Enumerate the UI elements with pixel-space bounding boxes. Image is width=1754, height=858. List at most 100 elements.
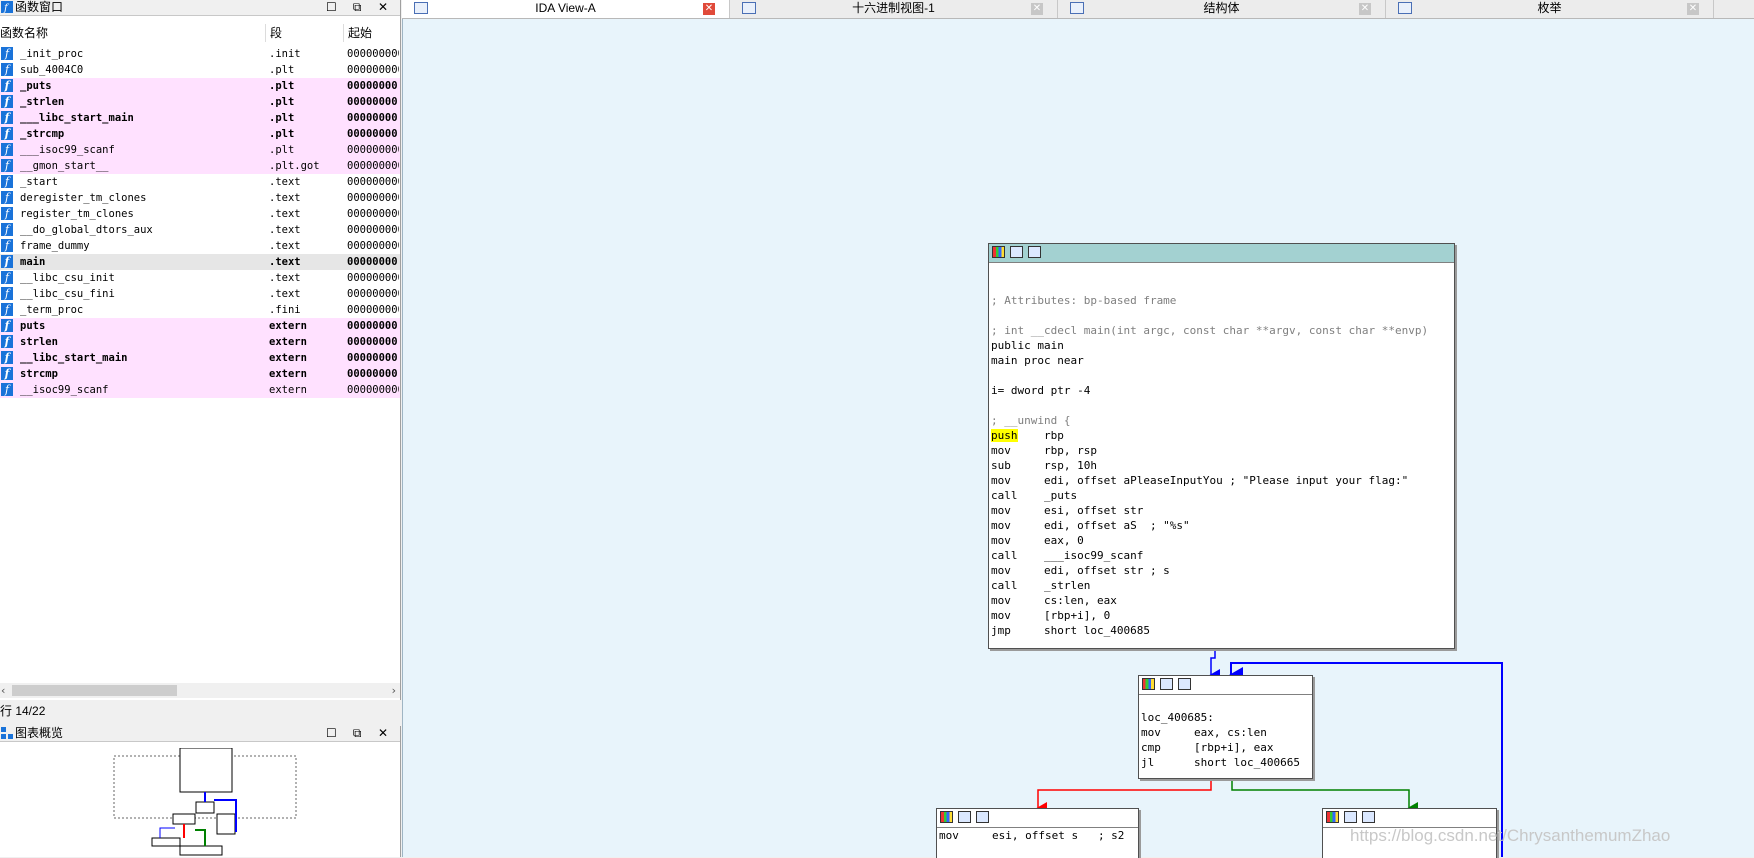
scroll-left-icon[interactable]: ‹ [1, 683, 5, 698]
highlighted-mnemonic[interactable]: push [991, 429, 1018, 442]
function-segment: .text [269, 272, 301, 284]
asm-line[interactable]: ; int __cdecl main(int argc, const char … [991, 323, 1452, 338]
color-palette-icon[interactable] [992, 246, 1005, 258]
asm-line[interactable]: ; __unwind { [991, 413, 1452, 428]
horizontal-scrollbar[interactable]: ‹ › [0, 683, 400, 698]
close-tab-icon[interactable]: ✕ [1687, 3, 1699, 15]
asm-line[interactable]: push rbp [991, 428, 1452, 443]
function-row[interactable]: f frame_dummy .text 000000000 [0, 238, 400, 254]
function-row[interactable]: f puts extern 00000000 [0, 318, 400, 334]
group-nodes-icon[interactable] [1178, 678, 1191, 690]
asm-line[interactable]: mov rbp, rsp [991, 443, 1452, 458]
edit-block-icon[interactable] [1344, 811, 1357, 823]
function-row[interactable]: f __libc_csu_fini .text 000000000 [0, 286, 400, 302]
restore-icon[interactable]: ☐ [320, 726, 342, 741]
edit-block-icon[interactable] [958, 811, 971, 823]
asm-line[interactable]: cmp [rbp+i], eax [1141, 740, 1310, 755]
graph-overview-canvas[interactable] [0, 748, 400, 857]
function-row[interactable]: f strcmp extern 00000000 [0, 366, 400, 382]
edit-block-icon[interactable] [1160, 678, 1173, 690]
function-row[interactable]: f sub_4004C0 .plt 000000000 [0, 62, 400, 78]
asm-line[interactable]: mov edi, offset aPleaseInputYou ; "Pleas… [991, 473, 1452, 488]
function-row[interactable]: f _strcmp .plt 00000000 [0, 126, 400, 142]
scrollbar-thumb[interactable] [12, 685, 177, 696]
asm-line[interactable]: mov cs:len, eax [991, 593, 1452, 608]
close-tab-icon[interactable]: ✕ [1031, 3, 1043, 15]
loop-block-code[interactable]: loc_400685: mov eax, cs:len cmp [rbp+i], e… [1139, 695, 1312, 770]
close-tab-icon[interactable]: ✕ [1359, 3, 1371, 15]
asm-line[interactable]: mov edi, offset str ; s [991, 563, 1452, 578]
function-row[interactable]: f _term_proc .fini 000000000 [0, 302, 400, 318]
asm-line[interactable]: mov esi, offset s ; s2 [939, 828, 1136, 843]
function-row[interactable]: f deregister_tm_clones .text 000000000 [0, 190, 400, 206]
function-row[interactable]: f __gmon_start__ .plt.got 000000000 [0, 158, 400, 174]
asm-line[interactable]: call ___isoc99_scanf [991, 548, 1452, 563]
loop-condition-block[interactable]: loc_400685: mov eax, cs:len cmp [rbp+i], e… [1138, 675, 1313, 779]
asm-line[interactable]: public main [991, 338, 1452, 353]
edit-block-icon[interactable] [1010, 246, 1023, 258]
function-row[interactable]: f __libc_start_main extern 00000000 [0, 350, 400, 366]
asm-line[interactable]: call _strlen [991, 578, 1452, 593]
column-separator[interactable] [265, 24, 266, 42]
asm-line[interactable]: ; Attributes: bp-based frame [991, 293, 1452, 308]
group-nodes-icon[interactable] [1028, 246, 1041, 258]
asm-line[interactable] [991, 278, 1452, 293]
restore-icon[interactable]: ☐ [320, 0, 342, 15]
asm-line[interactable] [991, 308, 1452, 323]
graph-view[interactable]: ; Attributes: bp-based frame ; int __cdec… [402, 19, 1754, 858]
main-block-code[interactable]: ; Attributes: bp-based frame ; int __cdec… [989, 263, 1454, 638]
asm-line[interactable]: jl short loc_400665 [1141, 755, 1310, 770]
asm-line[interactable] [991, 263, 1452, 278]
asm-line[interactable] [991, 368, 1452, 383]
asm-line[interactable] [1141, 695, 1310, 710]
column-header-start[interactable]: 起始 [348, 24, 372, 42]
function-row[interactable]: f strlen extern 00000000 [0, 334, 400, 350]
left-block-code[interactable]: mov esi, offset s ; s2 [937, 828, 1138, 843]
function-row[interactable]: f ___isoc99_scanf .plt 000000000 [0, 142, 400, 158]
tab-structures[interactable]: 结构体 ✕ [1058, 0, 1386, 18]
scroll-right-icon[interactable]: › [392, 683, 396, 698]
asm-line[interactable]: jmp short loc_400685 [991, 623, 1452, 638]
strcmp-block[interactable]: mov esi, offset s ; s2 [936, 808, 1139, 858]
asm-line[interactable]: loc_400685: [1141, 710, 1310, 725]
color-palette-icon[interactable] [940, 811, 953, 823]
close-icon[interactable]: ✕ [372, 0, 394, 15]
asm-line[interactable]: mov eax, 0 [991, 533, 1452, 548]
color-palette-icon[interactable] [1326, 811, 1339, 823]
function-row[interactable]: f _puts .plt 00000000 [0, 78, 400, 94]
float-icon[interactable]: ⧉ [346, 726, 368, 741]
close-icon[interactable]: ✕ [372, 726, 394, 741]
tab-enums[interactable]: 枚举 ✕ [1386, 0, 1714, 18]
asm-line[interactable]: mov [rbp+i], 0 [991, 608, 1452, 623]
asm-line[interactable]: i= dword ptr -4 [991, 383, 1452, 398]
function-row[interactable]: f __do_global_dtors_aux .text 000000000 [0, 222, 400, 238]
asm-line[interactable] [991, 398, 1452, 413]
column-header-segment[interactable]: 段 [270, 24, 282, 42]
tab-hex-view[interactable]: 十六进制视图-1 ✕ [730, 0, 1058, 18]
function-icon: f [1, 159, 13, 172]
tab-label: IDA View-A [535, 1, 596, 15]
asm-line[interactable]: mov esi, offset str [991, 503, 1452, 518]
function-row[interactable]: f register_tm_clones .text 000000000 [0, 206, 400, 222]
asm-line[interactable]: sub rsp, 10h [991, 458, 1452, 473]
function-row[interactable]: f __libc_csu_init .text 000000000 [0, 270, 400, 286]
asm-line[interactable]: mov eax, cs:len [1141, 725, 1310, 740]
function-row[interactable]: f _start .text 000000000 [0, 174, 400, 190]
function-row[interactable]: f ___libc_start_main .plt 00000000 [0, 110, 400, 126]
column-header-name[interactable]: 函数名称 [0, 24, 48, 42]
tab-ida-view-a[interactable]: IDA View-A ✕ [402, 0, 730, 18]
asm-line[interactable]: mov edi, offset aS ; "%s" [991, 518, 1452, 533]
group-nodes-icon[interactable] [1362, 811, 1375, 823]
function-row[interactable]: f _init_proc .init 000000000 [0, 46, 400, 62]
color-palette-icon[interactable] [1142, 678, 1155, 690]
function-row[interactable]: f _strlen .plt 00000000 [0, 94, 400, 110]
main-function-block[interactable]: ; Attributes: bp-based frame ; int __cdec… [988, 243, 1455, 649]
function-row[interactable]: f __isoc99_scanf extern 000000000 [0, 382, 400, 398]
asm-line[interactable]: call _puts [991, 488, 1452, 503]
asm-line[interactable]: main proc near [991, 353, 1452, 368]
close-tab-icon[interactable]: ✕ [703, 3, 715, 15]
group-nodes-icon[interactable] [976, 811, 989, 823]
column-separator[interactable] [343, 24, 344, 42]
function-row[interactable]: f main .text 00000000 [0, 254, 400, 270]
float-icon[interactable]: ⧉ [346, 0, 368, 15]
